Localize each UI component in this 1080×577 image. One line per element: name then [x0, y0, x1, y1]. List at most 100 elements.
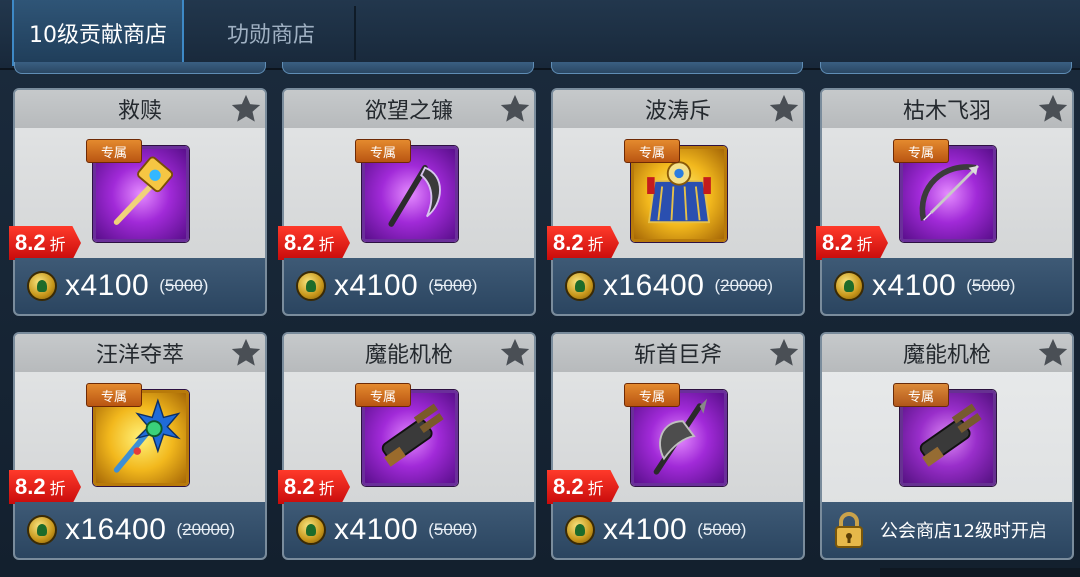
current-price: x4100 [65, 269, 150, 302]
current-price: x16400 [65, 513, 167, 546]
item-frame[interactable]: 专属 [355, 383, 458, 486]
item-frame[interactable]: 专属 [624, 139, 727, 242]
discount-unit: 折 [318, 237, 335, 254]
guild-coin-icon [565, 515, 595, 545]
guild-coin-icon [27, 271, 57, 301]
favorite-star-icon[interactable] [767, 92, 801, 126]
price-bar[interactable]: x4100 (5000) [284, 258, 534, 314]
favorite-star-icon[interactable] [229, 92, 263, 126]
exclusive-badge: 专属 [86, 383, 142, 407]
previous-row-card-edge [14, 62, 266, 74]
discount-tag: 8.2 折 [547, 226, 619, 260]
discount-unit: 折 [49, 237, 66, 254]
shop-item-card[interactable]: 斩首巨斧 专属 8.2 折 x4100 (5000) [547, 332, 805, 560]
item-name: 魔能机枪 [822, 334, 1072, 372]
favorite-star-icon[interactable] [767, 336, 801, 370]
previous-row-card-edge [551, 62, 803, 74]
tab-bar: 10级贡献商店 功勋商店 [0, 0, 1080, 70]
item-frame[interactable]: 专属 [893, 383, 996, 486]
item-name: 波涛斥 [553, 90, 803, 128]
exclusive-badge: 专属 [624, 383, 680, 407]
current-price: x16400 [603, 269, 705, 302]
original-price: (5000) [697, 520, 747, 539]
exclusive-badge: 专属 [624, 139, 680, 163]
discount-unit: 折 [318, 481, 335, 498]
item-name: 救赎 [15, 90, 265, 128]
discount-unit: 折 [587, 237, 604, 254]
price-bar[interactable]: x16400 (20000) [553, 258, 803, 314]
discount-value: 8.2 [553, 230, 584, 255]
guild-coin-icon [27, 515, 57, 545]
current-price: x4100 [334, 513, 419, 546]
locked-bar: 公会商店12级时开启 [822, 502, 1072, 558]
exclusive-badge: 专属 [355, 139, 411, 163]
shop-item-card[interactable]: 波涛斥 专属 8.2 折 x16400 (20000) [547, 88, 805, 316]
discount-unit: 折 [856, 237, 873, 254]
original-price: (5000) [428, 276, 478, 295]
favorite-star-icon[interactable] [498, 336, 532, 370]
tab-merit-shop[interactable]: 功勋商店 [196, 0, 346, 66]
shop-item-card-locked[interactable]: 魔能机枪 专属 公会商店12级时开启 [820, 332, 1074, 560]
exclusive-badge: 专属 [86, 139, 142, 163]
current-price: x4100 [872, 269, 957, 302]
discount-value: 8.2 [284, 474, 315, 499]
unlock-requirement-text: 公会商店12级时开启 [880, 521, 1047, 542]
discount-unit: 折 [49, 481, 66, 498]
exclusive-badge: 专属 [893, 383, 949, 407]
shop-item-card[interactable]: 枯木飞羽 专属 8.2 折 x4100 (5000) [816, 88, 1074, 316]
previous-row-card-edge [820, 62, 1072, 74]
original-price: (5000) [159, 276, 209, 295]
original-price: (20000) [714, 276, 774, 295]
original-price: (5000) [428, 520, 478, 539]
discount-value: 8.2 [553, 474, 584, 499]
discount-value: 8.2 [15, 474, 46, 499]
favorite-star-icon[interactable] [498, 92, 532, 126]
discount-tag: 8.2 折 [9, 226, 81, 260]
padlock-icon [835, 512, 863, 548]
previous-row-card-edge [282, 62, 534, 74]
guild-coin-icon [565, 271, 595, 301]
favorite-star-icon[interactable] [1036, 336, 1070, 370]
discount-tag: 8.2 折 [547, 470, 619, 504]
discount-value: 8.2 [284, 230, 315, 255]
item-frame[interactable]: 专属 [86, 139, 189, 242]
item-frame[interactable]: 专属 [624, 383, 727, 486]
discount-tag: 8.2 折 [816, 226, 888, 260]
discount-unit: 折 [587, 481, 604, 498]
discount-tag: 8.2 折 [278, 226, 350, 260]
guild-coin-icon [834, 271, 864, 301]
item-name: 枯木飞羽 [822, 90, 1072, 128]
favorite-star-icon[interactable] [229, 336, 263, 370]
discount-tag: 8.2 折 [9, 470, 81, 504]
item-name: 汪洋夺萃 [15, 334, 265, 372]
item-frame[interactable]: 专属 [86, 383, 189, 486]
guild-coin-icon [296, 271, 326, 301]
price-bar[interactable]: x4100 (5000) [15, 258, 265, 314]
shop-item-card[interactable]: 救赎 专属 8.2 折 x4100 (5000) [9, 88, 267, 316]
discount-value: 8.2 [15, 230, 46, 255]
exclusive-badge: 专属 [355, 383, 411, 407]
current-price: x4100 [334, 269, 419, 302]
tab-divider [354, 6, 356, 60]
exclusive-badge: 专属 [893, 139, 949, 163]
original-price: (20000) [176, 520, 236, 539]
price-bar[interactable]: x16400 (20000) [15, 502, 265, 558]
bottom-status-strip [880, 568, 1080, 577]
original-price: (5000) [966, 276, 1016, 295]
shop-item-card[interactable]: 魔能机枪 专属 8.2 折 x4100 (5000) [278, 332, 536, 560]
item-frame[interactable]: 专属 [355, 139, 458, 242]
discount-tag: 8.2 折 [278, 470, 350, 504]
current-price: x4100 [603, 513, 688, 546]
price-bar[interactable]: x4100 (5000) [822, 258, 1072, 314]
guild-coin-icon [296, 515, 326, 545]
price-bar[interactable]: x4100 (5000) [284, 502, 534, 558]
item-frame[interactable]: 专属 [893, 139, 996, 242]
tab-contribution-shop[interactable]: 10级贡献商店 [12, 0, 184, 66]
price-bar[interactable]: x4100 (5000) [553, 502, 803, 558]
item-name: 魔能机枪 [284, 334, 534, 372]
discount-value: 8.2 [822, 230, 853, 255]
item-name: 欲望之镰 [284, 90, 534, 128]
shop-item-card[interactable]: 汪洋夺萃 专属 8.2 折 x16400 (20000) [9, 332, 267, 560]
shop-item-card[interactable]: 欲望之镰 专属 8.2 折 x4100 (5000) [278, 88, 536, 316]
favorite-star-icon[interactable] [1036, 92, 1070, 126]
